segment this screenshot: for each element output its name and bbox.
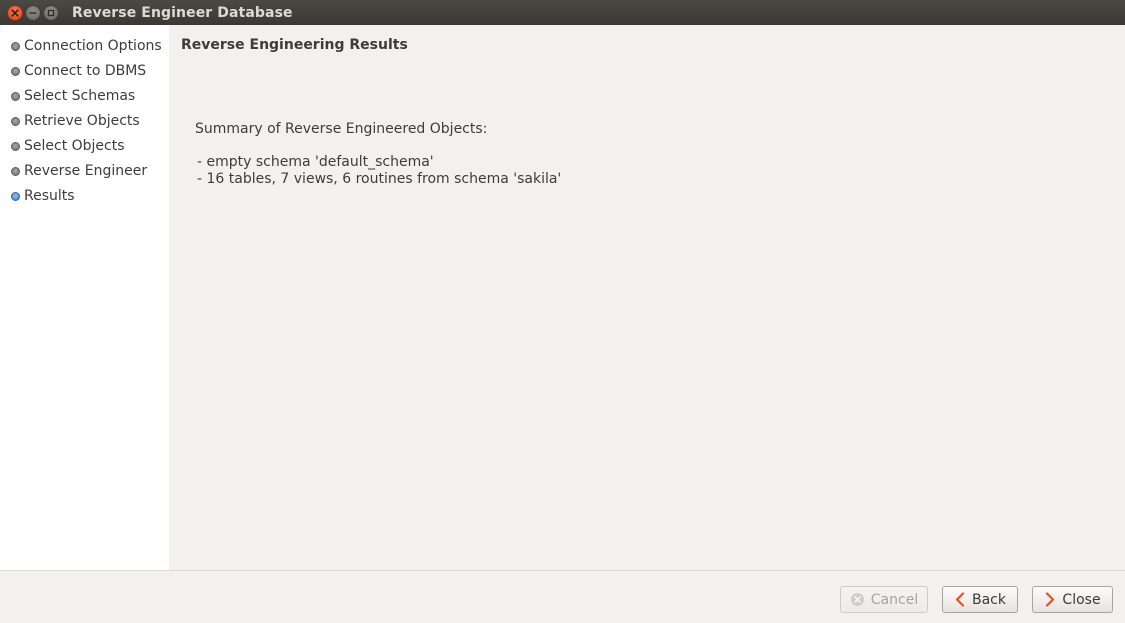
chevron-right-icon [1044,592,1056,607]
step-retrieve-objects: Retrieve Objects [11,111,140,131]
summary-heading: Summary of Reverse Engineered Objects: [195,121,488,137]
step-done-icon [11,141,20,151]
window-minimize-button[interactable] [25,4,41,21]
wizard-steps-sidebar: Connection Options Connect to DBMS Selec… [0,25,169,570]
step-done-icon [11,91,20,101]
summary-line: - 16 tables, 7 views, 6 routines from sc… [197,171,562,187]
cancel-label: Cancel [870,591,919,608]
window-controls [7,4,59,21]
window-title: Reverse Engineer Database [72,4,293,21]
step-done-icon [11,66,20,76]
step-results: Results [11,186,75,206]
maximize-icon [47,9,55,16]
step-label: Select Schemas [24,88,136,104]
step-select-schemas: Select Schemas [11,86,135,106]
summary-line: - empty schema 'default_schema' [197,154,434,170]
step-label: Reverse Engineer [24,163,148,179]
step-connection-options: Connection Options [11,36,162,56]
step-done-icon [11,41,20,51]
step-current-icon [11,191,20,201]
step-select-objects: Select Objects [11,136,125,156]
step-connect-to-dbms: Connect to DBMS [11,61,146,81]
reverse-engineer-window: Reverse Engineer Database Connection Opt… [0,0,1125,623]
chevron-left-icon [954,592,966,607]
step-reverse-engineer: Reverse Engineer [11,161,147,181]
step-label: Select Objects [24,138,125,154]
close-icon [11,8,19,17]
results-panel: Reverse Engineering Results Summary of R… [169,25,1125,570]
step-label: Retrieve Objects [24,113,140,129]
step-label: Results [24,188,75,204]
minimize-icon [29,11,37,14]
step-done-icon [11,116,20,126]
window-maximize-button[interactable] [43,4,59,21]
step-done-icon [11,166,20,176]
close-button[interactable]: Close [1032,586,1113,613]
window-close-button[interactable] [7,4,23,21]
page-title: Reverse Engineering Results [181,37,408,53]
cancel-button[interactable]: Cancel [840,586,928,613]
back-button[interactable]: Back [942,586,1018,613]
step-label: Connection Options [24,38,162,54]
title-bar: Reverse Engineer Database [0,0,1125,25]
back-label: Back [972,591,1006,608]
close-label: Close [1062,591,1101,608]
step-label: Connect to DBMS [24,63,147,79]
cancel-icon [850,592,865,607]
button-bar: Cancel Back Close [0,570,1125,623]
